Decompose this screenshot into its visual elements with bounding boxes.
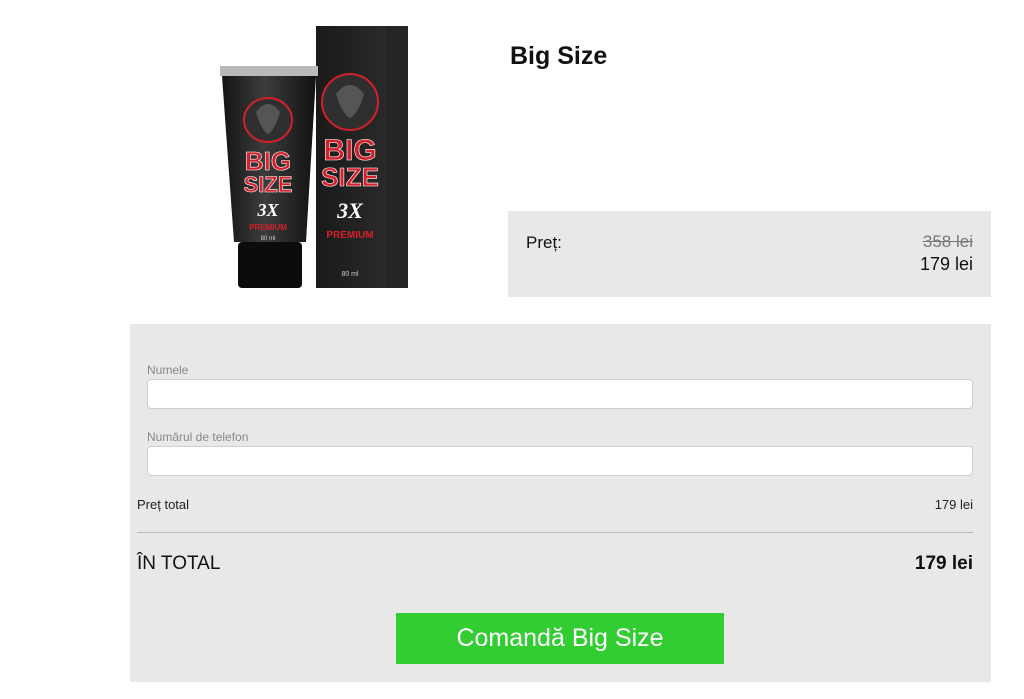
order-button[interactable]: Comandă Big Size <box>396 613 724 664</box>
total-value: 179 lei <box>914 553 973 574</box>
subtotal-label: Preț total <box>137 497 190 512</box>
box-logo-3x: 3X <box>336 198 364 223</box>
phone-label: Numărul de telefon <box>147 430 249 444</box>
box-logo-size: SIZE <box>321 162 379 192</box>
product-box: BIG SIZE 3X PREMIUM 80 ml <box>316 26 408 288</box>
price-label: Preț: <box>526 233 562 252</box>
new-price: 179 lei <box>919 254 973 274</box>
tube-logo-size: SIZE <box>244 172 293 197</box>
tube-logo-3x: 3X <box>256 200 279 220</box>
product-packshot: BIG SIZE 3X PREMIUM 80 ml BIG SIZE 3X PR… <box>220 26 408 288</box>
price-values: 358 lei 179 lei <box>920 232 973 275</box>
total-label: ÎN TOTAL <box>137 553 221 574</box>
tube-label-premium: PREMIUM <box>249 223 287 232</box>
product-image: BIG SIZE 3X PREMIUM 80 ml BIG SIZE 3X PR… <box>210 22 410 294</box>
price-box: Preț: 358 lei 179 lei <box>508 211 991 297</box>
box-label-premium: PREMIUM <box>326 230 373 241</box>
old-price: 358 lei <box>922 232 973 251</box>
name-label: Numele <box>147 363 189 377</box>
tube-volume: 80 ml <box>261 236 276 242</box>
total-divider <box>137 532 973 533</box>
name-input[interactable] <box>147 379 973 409</box>
subtotal-value: 179 lei <box>934 497 973 512</box>
order-form: Numele Numărul de telefon Preț total 179… <box>130 324 991 682</box>
box-volume: 80 ml <box>341 271 359 278</box>
phone-input[interactable] <box>147 446 973 476</box>
product-title: Big Size <box>510 42 608 70</box>
product-tube: BIG SIZE 3X PREMIUM 80 ml <box>220 66 318 288</box>
